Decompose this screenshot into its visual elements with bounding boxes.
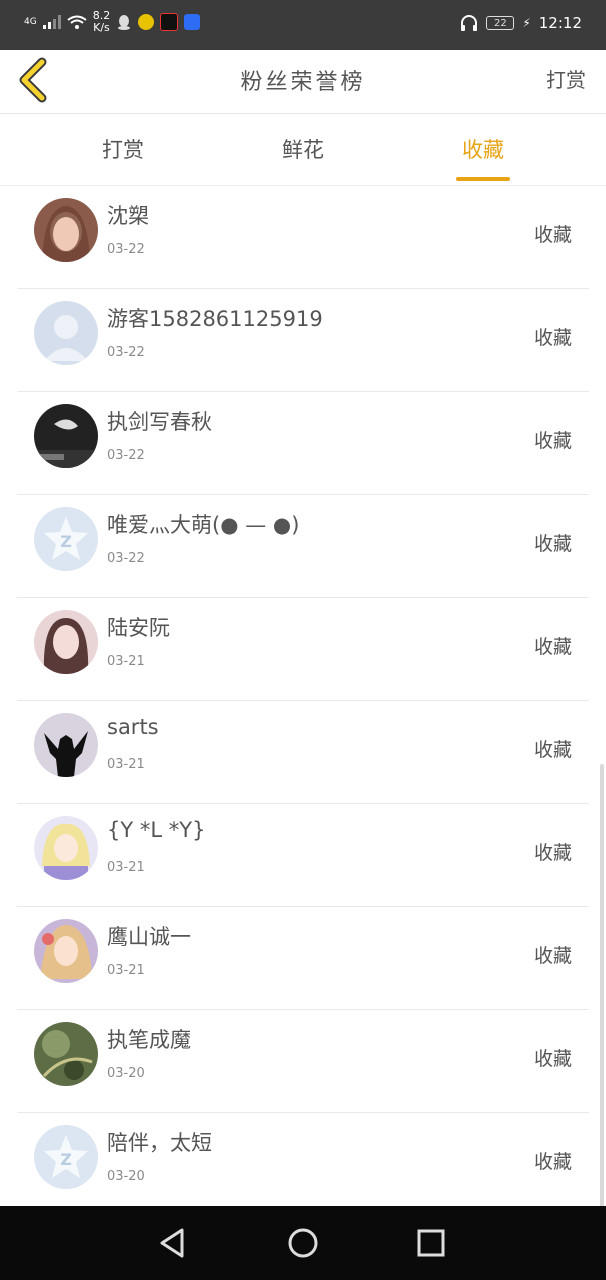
- list-item[interactable]: 沈槊 03-22 收藏: [17, 186, 589, 289]
- action-label: 收藏: [533, 533, 572, 555]
- favorite-date: 03-21: [107, 860, 145, 875]
- favorite-date: 03-22: [107, 242, 145, 257]
- headphones-icon: [461, 15, 478, 31]
- favorite-date: 03-21: [107, 654, 145, 669]
- favorite-date: 03-21: [107, 757, 145, 772]
- list-item[interactable]: 游客1582861125919 03-22 收藏: [17, 289, 589, 392]
- nav-back-icon[interactable]: [156, 1226, 190, 1260]
- favorite-date: 03-22: [107, 551, 145, 566]
- user-name: 游客1582861125919: [107, 307, 323, 331]
- network-speed: 8.2 K/s: [93, 10, 111, 34]
- tab-favorites[interactable]: 收藏: [443, 134, 523, 164]
- speed-unit: K/s: [93, 21, 110, 34]
- wifi-icon: [67, 15, 87, 29]
- list-item[interactable]: sarts 03-21 收藏: [17, 701, 589, 804]
- tab-bar: 打赏 鲜花 收藏: [0, 114, 606, 186]
- qq-icon: [118, 15, 131, 30]
- list-item[interactable]: {Y *L *Y} 03-21 收藏: [17, 804, 589, 907]
- favorite-date: 03-22: [107, 345, 145, 360]
- avatar[interactable]: [34, 301, 98, 365]
- favorite-date: 03-21: [107, 963, 145, 978]
- list-item[interactable]: 鹰山诚一 03-21 收藏: [17, 907, 589, 1010]
- avatar[interactable]: [34, 919, 98, 983]
- avatar[interactable]: [34, 1022, 98, 1086]
- tiktok-icon: [160, 13, 179, 31]
- page-title: 粉丝荣誉榜: [240, 70, 366, 95]
- list-item[interactable]: 执剑写春秋 03-22 收藏: [17, 392, 589, 495]
- svg-text:Z: Z: [60, 1150, 72, 1169]
- tab-reward[interactable]: 打赏: [83, 134, 163, 164]
- user-name: 执笔成魔: [107, 1028, 191, 1052]
- reward-link[interactable]: 打赏: [546, 64, 586, 93]
- favorite-date: 03-20: [107, 1066, 145, 1081]
- nav-home-icon[interactable]: [286, 1226, 320, 1260]
- clock: 12:12: [538, 14, 582, 32]
- bulb-app-icon: [138, 14, 155, 30]
- avatar[interactable]: [34, 713, 98, 777]
- fan-list: 沈槊 03-22 收藏 游客1582861125919 03-22 收藏 执剑写春秋 03-2…: [0, 186, 606, 1206]
- favorite-date: 03-22: [107, 448, 145, 463]
- action-label: 收藏: [533, 842, 572, 864]
- avatar[interactable]: Z: [34, 1125, 98, 1189]
- action-label: 收藏: [533, 739, 572, 761]
- svg-text:Z: Z: [60, 532, 72, 551]
- network-type: 4G: [24, 17, 37, 27]
- user-name: 唯爱灬大萌(● — ●): [107, 513, 300, 537]
- favorite-date: 03-20: [107, 1169, 145, 1184]
- navigation-bar: [0, 1206, 606, 1280]
- status-left: 4G 8.2 K/s: [24, 10, 201, 34]
- avatar[interactable]: Z: [34, 507, 98, 571]
- action-label: 收藏: [533, 327, 572, 349]
- user-name: 鹰山诚一: [107, 925, 191, 949]
- action-label: 收藏: [533, 1048, 572, 1070]
- avatar[interactable]: [34, 816, 98, 880]
- action-label: 收藏: [533, 430, 572, 452]
- status-right: 22 ⚡ 12:12: [460, 14, 582, 32]
- status-bar: 4G 8.2 K/s 22 ⚡ 12:12: [0, 0, 606, 50]
- tab-flowers[interactable]: 鲜花: [263, 134, 343, 164]
- action-label: 收藏: [533, 1151, 572, 1173]
- list-item[interactable]: Z 唯爱灬大萌(● — ●) 03-22 收藏: [17, 495, 589, 598]
- user-name: 陆安阮: [107, 616, 170, 640]
- signal-icon: [42, 15, 61, 29]
- scrollbar[interactable]: [600, 764, 604, 1208]
- user-name: {Y *L *Y}: [107, 818, 206, 842]
- avatar[interactable]: [34, 610, 98, 674]
- battery-icon: 22: [486, 16, 515, 30]
- baidu-icon: [184, 14, 201, 30]
- nav-recents-icon[interactable]: [414, 1226, 448, 1260]
- action-label: 收藏: [533, 636, 572, 658]
- list-item[interactable]: 陆安阮 03-21 收藏: [17, 598, 589, 701]
- action-label: 收藏: [533, 945, 572, 967]
- avatar[interactable]: [34, 198, 98, 262]
- app-header: 粉丝荣誉榜 打赏: [0, 50, 606, 114]
- avatar[interactable]: [34, 404, 98, 468]
- charging-icon: ⚡: [522, 16, 531, 30]
- user-name: 执剑写春秋: [107, 410, 212, 434]
- user-name: sarts: [107, 715, 159, 739]
- list-item[interactable]: Z 陪伴，太短 03-20 收藏: [17, 1113, 589, 1206]
- user-name: 沈槊: [107, 204, 149, 228]
- user-name: 陪伴，太短: [107, 1131, 212, 1155]
- active-tab-indicator: [456, 177, 510, 181]
- action-label: 收藏: [533, 224, 572, 246]
- list-item[interactable]: 执笔成魔 03-20 收藏: [17, 1010, 589, 1113]
